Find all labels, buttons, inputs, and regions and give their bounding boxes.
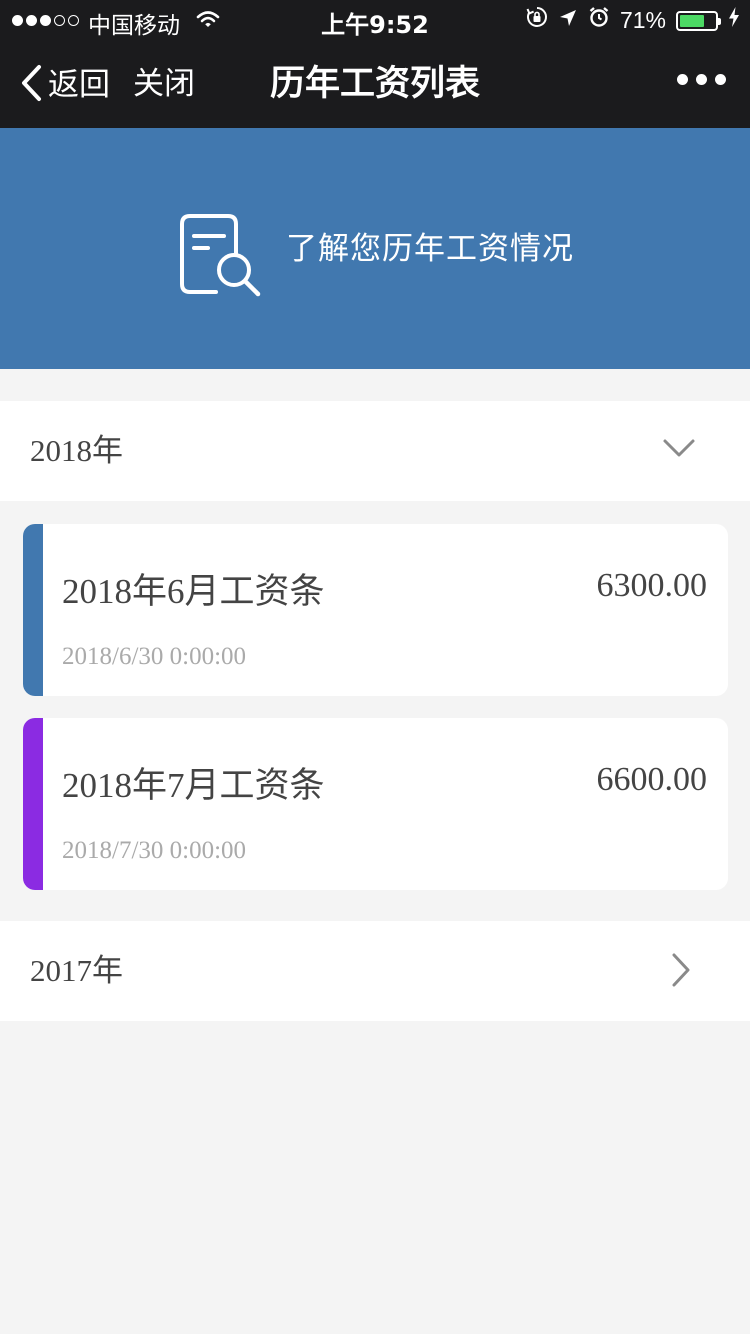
payslip-amount: 6600.00	[596, 761, 708, 798]
banner-text: 了解您历年工资情况	[286, 231, 574, 267]
card-accent-bar	[23, 718, 43, 890]
status-bar: 中国移动 上午9:52 71%	[0, 0, 750, 40]
payslip-card[interactable]: 2018年7月工资条 6600.00 2018/7/30 0:00:00	[23, 718, 728, 890]
payslip-title: 2018年6月工资条	[62, 572, 325, 611]
more-dot	[715, 74, 726, 85]
more-dot	[696, 74, 707, 85]
payslip-date: 2018/6/30 0:00:00	[62, 643, 247, 670]
status-right-group: 71%	[526, 6, 740, 35]
chevron-right-icon	[670, 952, 692, 992]
alarm-icon	[588, 6, 610, 35]
info-banner: 了解您历年工资情况	[0, 128, 750, 369]
year-section-2017[interactable]: 2017年	[0, 921, 750, 1021]
payslip-card[interactable]: 2018年6月工资条 6300.00 2018/6/30 0:00:00	[23, 524, 728, 696]
payslip-date: 2018/7/30 0:00:00	[62, 837, 247, 864]
year-section-2018[interactable]: 2018年	[0, 401, 750, 501]
more-icon[interactable]	[677, 74, 726, 85]
payslip-amount: 6300.00	[596, 567, 708, 604]
payslip-title: 2018年7月工资条	[62, 766, 325, 805]
year-label: 2018年	[30, 433, 123, 468]
rotation-lock-icon	[526, 6, 548, 35]
battery-level	[680, 14, 705, 27]
nav-bar: 返回 关闭 历年工资列表	[0, 40, 750, 128]
more-dot	[677, 74, 688, 85]
battery-icon	[676, 10, 721, 31]
battery-percent: 71%	[619, 7, 666, 33]
location-arrow-icon	[558, 7, 578, 35]
card-accent-bar	[23, 524, 43, 696]
year-label: 2017年	[30, 953, 123, 988]
charging-bolt-icon	[728, 6, 740, 35]
page-title: 历年工资列表	[269, 64, 480, 104]
document-search-icon	[176, 210, 266, 304]
chevron-down-icon	[662, 437, 696, 463]
